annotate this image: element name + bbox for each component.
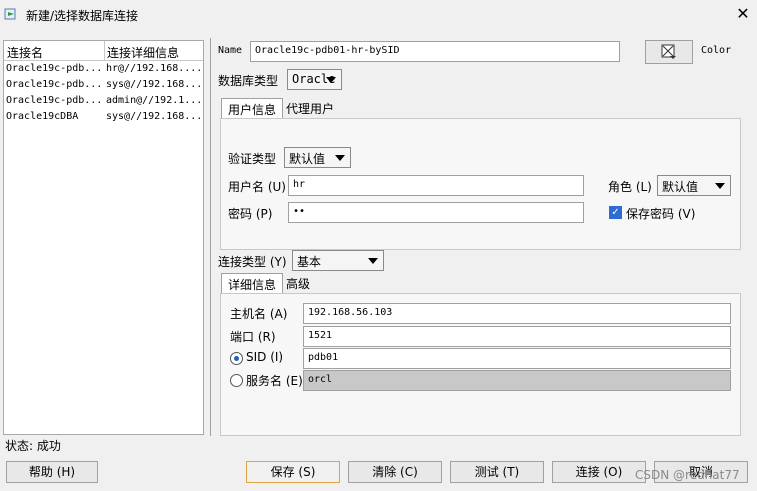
save-button[interactable]: 保存 (S) [246, 461, 340, 483]
save-password-checkbox[interactable]: ✓ [609, 206, 622, 219]
host-input[interactable]: 192.168.56.103 [303, 303, 731, 324]
connection-name: Oracle19cDBA [6, 111, 79, 122]
sid-input[interactable]: pdb01 [303, 348, 731, 369]
list-item[interactable]: Oracle19c-pdb... sys@//192.168.... [4, 78, 203, 94]
test-button[interactable]: 测试 (T) [450, 461, 544, 483]
color-picker-button[interactable] [645, 40, 693, 64]
color-picker-icon [661, 44, 676, 59]
password-label: 密码 (P) [228, 207, 273, 221]
service-name-input[interactable]: orcl [303, 370, 731, 391]
conn-type-value: 基本 [297, 255, 322, 269]
database-connect-icon [4, 7, 18, 21]
tab-advanced[interactable]: 高级 [280, 273, 316, 293]
list-item[interactable]: Oracle19c-pdb... admin@//192.1... [4, 94, 203, 110]
column-divider[interactable] [104, 41, 105, 61]
connection-list[interactable]: 连接名 连接详细信息 Oracle19c-pdb... hr@//192.168… [3, 40, 204, 435]
role-label: 角色 (L) [608, 180, 652, 194]
service-name-radio[interactable] [230, 374, 243, 387]
tab-proxy-user[interactable]: 代理用户 [280, 98, 340, 118]
auth-type-select[interactable]: 默认值 [284, 147, 351, 168]
password-input[interactable]: •• [288, 202, 584, 223]
chevron-down-icon [326, 77, 336, 83]
port-input[interactable]: 1521 [303, 326, 731, 347]
watermark: CSDN @redhat77 [635, 468, 740, 482]
username-input[interactable]: hr [288, 175, 584, 196]
name-label: Name [218, 45, 243, 56]
role-value: 默认值 [662, 180, 699, 194]
title-bar: 新建/选择数据库连接 ✕ [0, 0, 757, 30]
db-type-label: 数据库类型 [218, 74, 279, 88]
list-header: 连接名 连接详细信息 [4, 41, 203, 61]
chevron-down-icon [335, 155, 345, 161]
auth-type-value: 默认值 [289, 152, 326, 166]
connection-details: sys@//192.168.... [106, 79, 202, 90]
column-header-details[interactable]: 连接详细信息 [107, 44, 179, 61]
help-button[interactable]: 帮助 (H) [6, 461, 98, 483]
conn-type-label: 连接类型 (Y) [218, 255, 287, 269]
panel-divider[interactable] [210, 38, 211, 436]
tab-details[interactable]: 详细信息 [221, 273, 284, 293]
db-type-select[interactable]: Oracle [287, 69, 342, 90]
save-password-label: 保存密码 (V) [626, 207, 696, 221]
chevron-down-icon [715, 183, 725, 189]
window-title: 新建/选择数据库连接 [26, 9, 139, 23]
list-item[interactable]: Oracle19c-pdb... hr@//192.168.... [4, 62, 203, 78]
connection-details: admin@//192.1... [106, 95, 202, 106]
column-header-name[interactable]: 连接名 [7, 44, 43, 61]
connection-name: Oracle19c-pdb... [6, 95, 102, 106]
connect-button[interactable]: 连接 (O) [552, 461, 646, 483]
sid-label: SID (I) [246, 350, 284, 364]
host-label: 主机名 (A) [230, 307, 288, 321]
connection-name: Oracle19c-pdb... [6, 79, 102, 90]
role-select[interactable]: 默认值 [657, 175, 731, 196]
chevron-down-icon [368, 258, 378, 264]
username-label: 用户名 (U) [228, 180, 286, 194]
color-label: Color [701, 45, 732, 56]
connection-details: sys@//192.168.... [106, 111, 202, 122]
list-item[interactable]: Oracle19cDBA sys@//192.168.... [4, 110, 203, 126]
clear-button[interactable]: 清除 (C) [348, 461, 442, 483]
service-name-label: 服务名 (E) [246, 374, 303, 388]
close-icon[interactable]: ✕ [733, 3, 753, 25]
connection-name: Oracle19c-pdb... [6, 63, 102, 74]
sid-radio[interactable] [230, 352, 243, 365]
connection-details: hr@//192.168.... [106, 63, 202, 74]
tab-user-info[interactable]: 用户信息 [221, 98, 284, 118]
name-input[interactable]: Oracle19c-pdb01-hr-bySID [250, 41, 620, 62]
port-label: 端口 (R) [230, 330, 276, 344]
auth-type-label: 验证类型 [228, 152, 277, 166]
status-text: 状态: 成功 [5, 439, 61, 453]
conn-type-select[interactable]: 基本 [292, 250, 384, 271]
